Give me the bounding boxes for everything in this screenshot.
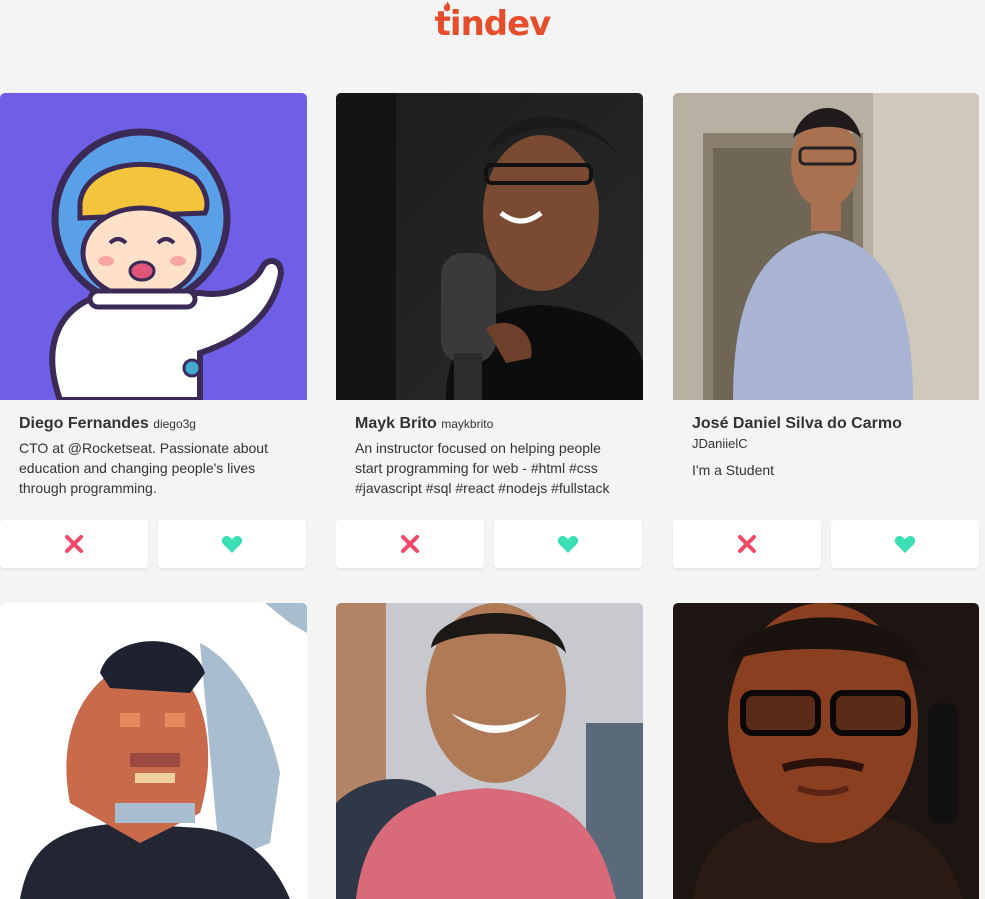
user-avatar bbox=[336, 93, 643, 400]
close-icon bbox=[65, 535, 83, 553]
like-button[interactable] bbox=[831, 520, 979, 568]
user-card bbox=[0, 603, 307, 899]
close-icon bbox=[738, 535, 756, 553]
user-info: Diego Fernandes diego3g CTO at @Rocketse… bbox=[0, 400, 307, 520]
photo-standing bbox=[673, 93, 979, 400]
user-name: Mayk Brito bbox=[355, 415, 437, 432]
user-name: Diego Fernandes bbox=[19, 415, 149, 432]
user-info: Mayk Brito maykbrito An instructor focus… bbox=[336, 400, 643, 520]
app-header: tindev bbox=[0, 0, 985, 50]
user-avatar bbox=[673, 603, 979, 899]
user-card: José Daniel Silva do Carmo JDaniielC I'm… bbox=[673, 93, 979, 568]
astronaut-illustration bbox=[0, 93, 307, 400]
user-username: JDaniielC bbox=[692, 436, 748, 451]
user-avatar bbox=[0, 603, 307, 899]
card-actions bbox=[673, 520, 979, 568]
heart-icon bbox=[221, 536, 243, 553]
heart-icon bbox=[894, 536, 916, 553]
user-card: Diego Fernandes diego3g CTO at @Rocketse… bbox=[0, 93, 307, 568]
user-username: diego3g bbox=[153, 417, 196, 431]
user-bio: I'm a Student bbox=[692, 462, 775, 478]
dislike-button[interactable] bbox=[336, 520, 484, 568]
user-name: José Daniel Silva do Carmo bbox=[692, 415, 902, 432]
dislike-button[interactable] bbox=[0, 520, 148, 568]
user-card: Mayk Brito maykbrito An instructor focus… bbox=[336, 93, 643, 568]
photo-smiling bbox=[336, 603, 643, 899]
photo-microphone bbox=[336, 93, 643, 400]
user-info: José Daniel Silva do Carmo JDaniielC I'm… bbox=[673, 400, 979, 520]
pixel-art-portrait bbox=[0, 603, 307, 899]
card-actions bbox=[336, 520, 643, 568]
user-bio: CTO at @Rocketseat. Passionate about edu… bbox=[19, 440, 268, 496]
heart-icon bbox=[557, 536, 579, 553]
logo-wordmark: tindev bbox=[434, 4, 552, 44]
card-actions bbox=[0, 520, 307, 568]
close-icon bbox=[401, 535, 419, 553]
like-button[interactable] bbox=[494, 520, 642, 568]
user-card bbox=[673, 603, 979, 899]
user-card bbox=[336, 603, 643, 899]
user-avatar bbox=[0, 93, 307, 400]
user-avatar bbox=[673, 93, 979, 400]
tindev-logo[interactable]: tindev bbox=[434, 1, 552, 44]
user-bio: An instructor focused on helping people … bbox=[355, 440, 610, 496]
like-button[interactable] bbox=[158, 520, 306, 568]
photo-dark-glasses bbox=[673, 603, 979, 899]
user-username: maykbrito bbox=[441, 417, 494, 431]
flame-icon bbox=[443, 1, 450, 12]
user-avatar bbox=[336, 603, 643, 899]
dislike-button[interactable] bbox=[673, 520, 821, 568]
